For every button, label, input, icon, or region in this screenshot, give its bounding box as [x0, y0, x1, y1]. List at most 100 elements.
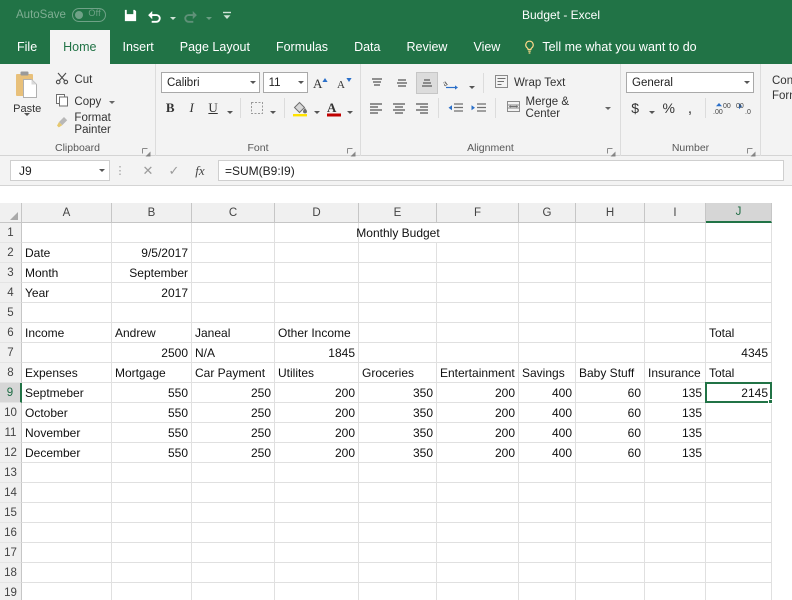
cell-B9[interactable]: 550	[112, 383, 192, 403]
merge-center-button[interactable]: Merge & Center	[502, 96, 615, 120]
tab-insert[interactable]: Insert	[110, 30, 167, 64]
cell-E14[interactable]	[359, 483, 437, 503]
cell-I15[interactable]	[645, 503, 706, 523]
clipboard-dialog-launcher-icon[interactable]	[142, 144, 151, 157]
cell-G9[interactable]: 400	[519, 383, 576, 403]
cell-A13[interactable]	[22, 463, 112, 483]
font-size-chevron-down-icon[interactable]	[297, 81, 304, 84]
cell-E1[interactable]: Monthly Budget	[356, 223, 440, 243]
cell-H16[interactable]	[576, 523, 645, 543]
cell-C13[interactable]	[192, 463, 275, 483]
cell-I19[interactable]	[645, 583, 706, 600]
cell-D5[interactable]	[275, 303, 359, 323]
cell-G11[interactable]: 400	[519, 423, 576, 443]
cell-J10[interactable]	[706, 403, 772, 423]
cell-G14[interactable]	[519, 483, 576, 503]
cell-I10[interactable]: 135	[645, 403, 706, 423]
cell-I17[interactable]	[645, 543, 706, 563]
font-color-button[interactable]: A	[324, 97, 342, 119]
cell-F19[interactable]	[437, 583, 519, 600]
redo-dropdown-icon[interactable]	[204, 4, 214, 26]
middle-align-button[interactable]	[391, 72, 413, 94]
row-header-3[interactable]: 3	[0, 263, 22, 283]
cell-E8[interactable]: Groceries	[359, 363, 437, 383]
alignment-dialog-launcher-icon[interactable]	[607, 144, 616, 157]
cell-C5[interactable]	[192, 303, 275, 323]
cell-J16[interactable]	[706, 523, 772, 543]
cell-H6[interactable]	[576, 323, 645, 343]
font-color-dropdown-icon[interactable]	[346, 97, 355, 119]
cell-B17[interactable]	[112, 543, 192, 563]
cell-D9[interactable]: 200	[275, 383, 359, 403]
cell-F18[interactable]	[437, 563, 519, 583]
cell-A14[interactable]	[22, 483, 112, 503]
orientation-dropdown-icon[interactable]	[466, 72, 477, 94]
tab-page-layout[interactable]: Page Layout	[167, 30, 263, 64]
cell-A6[interactable]: Income	[22, 323, 112, 343]
align-left-button[interactable]	[366, 97, 386, 119]
cell-H14[interactable]	[576, 483, 645, 503]
cell-E4[interactable]	[359, 283, 437, 303]
cell-E16[interactable]	[359, 523, 437, 543]
cell-G12[interactable]: 400	[519, 443, 576, 463]
cell-B10[interactable]: 550	[112, 403, 192, 423]
cell-H15[interactable]	[576, 503, 645, 523]
cell-H5[interactable]	[576, 303, 645, 323]
font-family-chevron-down-icon[interactable]	[249, 81, 256, 84]
cell-J4[interactable]	[706, 283, 772, 303]
cell-C19[interactable]	[192, 583, 275, 600]
cell-I8[interactable]: Insurance	[645, 363, 706, 383]
cell-D6[interactable]: Other Income	[275, 323, 359, 343]
row-header-6[interactable]: 6	[0, 323, 22, 343]
cell-J17[interactable]	[706, 543, 772, 563]
cell-B19[interactable]	[112, 583, 192, 600]
cell-H13[interactable]	[576, 463, 645, 483]
cell-I11[interactable]: 135	[645, 423, 706, 443]
cell-D16[interactable]	[275, 523, 359, 543]
currency-dropdown-icon[interactable]	[647, 97, 656, 119]
column-header-f[interactable]: F	[437, 203, 519, 223]
row-header-13[interactable]: 13	[0, 463, 22, 483]
cell-C6[interactable]: Janeal	[192, 323, 275, 343]
cell-A10[interactable]: October	[22, 403, 112, 423]
cell-H11[interactable]: 60	[576, 423, 645, 443]
cell-H17[interactable]	[576, 543, 645, 563]
increase-decimal-button[interactable]: .00 00	[712, 97, 732, 119]
cell-I9[interactable]: 135	[645, 383, 706, 403]
cell-J3[interactable]	[706, 263, 772, 283]
cell-A16[interactable]	[22, 523, 112, 543]
name-box-chevron-down-icon[interactable]	[99, 169, 105, 172]
cell-G2[interactable]	[519, 243, 576, 263]
cell-H1[interactable]	[576, 223, 645, 243]
cell-G5[interactable]	[519, 303, 576, 323]
row-header-16[interactable]: 16	[0, 523, 22, 543]
column-header-j[interactable]: J	[706, 203, 772, 223]
cell-F6[interactable]	[437, 323, 519, 343]
cell-G13[interactable]	[519, 463, 576, 483]
bottom-align-button[interactable]	[416, 71, 438, 94]
cell-F15[interactable]	[437, 503, 519, 523]
fill-color-dropdown-icon[interactable]	[312, 97, 321, 119]
cell-A12[interactable]: December	[22, 443, 112, 463]
enter-icon[interactable]: ✓	[166, 163, 182, 179]
cell-F14[interactable]	[437, 483, 519, 503]
cell-G4[interactable]	[519, 283, 576, 303]
cell-H4[interactable]	[576, 283, 645, 303]
select-all-button[interactable]	[0, 203, 22, 223]
cell-G16[interactable]	[519, 523, 576, 543]
cell-J13[interactable]	[706, 463, 772, 483]
cell-F13[interactable]	[437, 463, 519, 483]
cell-F2[interactable]	[437, 243, 519, 263]
font-size-combo[interactable]: 11	[262, 72, 308, 93]
number-format-combo[interactable]: General	[626, 72, 754, 93]
cell-A5[interactable]	[22, 303, 112, 323]
cell-I1[interactable]	[645, 223, 706, 243]
cell-F8[interactable]: Entertainment	[437, 363, 519, 383]
column-header-d[interactable]: D	[275, 203, 359, 223]
tab-review[interactable]: Review	[393, 30, 460, 64]
cell-A2[interactable]: Date	[22, 243, 112, 263]
cell-J5[interactable]	[706, 303, 772, 323]
row-header-14[interactable]: 14	[0, 483, 22, 503]
row-header-4[interactable]: 4	[0, 283, 22, 303]
cell-B14[interactable]	[112, 483, 192, 503]
